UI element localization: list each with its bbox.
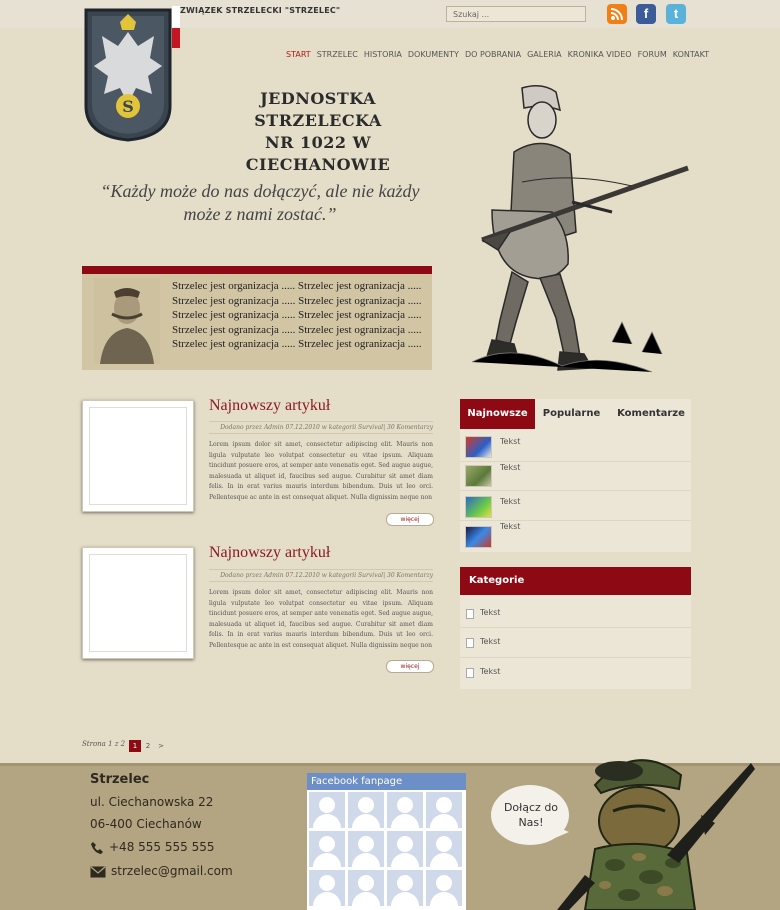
search-input[interactable]: Szukaj ... [446,6,586,22]
document-icon [466,668,474,678]
motto-quote: “Każdy może do nas dołączyć, ale nie każ… [100,181,420,224]
strzelec-emblem-logo[interactable]: S [82,6,174,142]
fan-avatar[interactable] [309,831,345,867]
fan-avatar[interactable] [387,870,423,906]
article-meta: Dodano przez Admin 07.12.2010 w kategori… [209,569,433,582]
pagination-label: Strona 1 z 2 [82,740,126,748]
page-1-button[interactable]: 1 [129,740,141,752]
nav-item-historia[interactable]: HISTORIA [364,50,402,62]
divider [460,461,691,462]
mail-icon [90,866,106,878]
post-thumbnail[interactable] [465,465,492,487]
article-excerpt: Lorem ipsum dolor sit amet, consectetur … [209,589,433,649]
page-2-button[interactable]: 2 [142,740,154,752]
fan-avatar[interactable] [309,870,345,906]
read-more-button[interactable]: więcej [386,513,434,526]
nav-item-start[interactable]: START [286,50,311,62]
divider [460,490,691,491]
article-thumbnail[interactable] [82,400,194,512]
post-link[interactable]: Tekst [500,463,520,472]
fan-avatar[interactable] [387,831,423,867]
nav-item-do-pobrania[interactable]: DO POBRANIA [465,50,521,62]
rss-icon[interactable] [607,4,627,24]
fan-avatar[interactable] [426,831,462,867]
site-title-line2: NR 1022 W CIECHANOWIE [245,133,391,174]
fan-avatar[interactable] [426,870,462,906]
soldier-illustration [471,85,689,373]
post-link[interactable]: Tekst [500,437,520,446]
post-link[interactable]: Tekst [500,522,520,531]
next-page-button[interactable]: > [155,740,167,752]
article-title[interactable]: Najnowszy artykuł [209,544,330,562]
nav-item-dokumenty[interactable]: DOKUMENTY [408,50,459,62]
divider [460,627,691,628]
facebook-fanpage-heading[interactable]: Facebook fanpage [307,773,466,790]
nav-item-galeria[interactable]: GALERIA [527,50,562,62]
nav-item-strzelec[interactable]: STRZELEC [317,50,358,62]
post-link[interactable]: Tekst [500,497,520,506]
footer-email[interactable]: strzelec@gmail.com [111,864,233,878]
category-link[interactable]: Tekst [480,637,500,646]
tab-popularne[interactable]: Popularne [535,399,608,429]
article-excerpt: Lorem ipsum dolor sit amet, consectetur … [209,441,433,501]
info-box-header-bar [82,266,432,274]
divider [460,657,691,658]
tab-najnowsze[interactable]: Najnowsze [460,399,535,429]
article-title[interactable]: Najnowszy artykuł [209,397,330,415]
fan-avatar[interactable] [309,792,345,828]
fan-avatar[interactable] [348,831,384,867]
portrait-image [94,278,160,364]
document-icon [466,638,474,648]
fan-avatar[interactable] [426,792,462,828]
twitter-icon[interactable]: t [666,4,686,24]
nav-item-kronika-video[interactable]: KRONIKA VIDEO [568,50,632,62]
site-title: JEDNOSTKA STRZELECKA NR 1022 W CIECHANOW… [200,88,436,176]
join-us-text[interactable]: Dołącz do Nas! [500,800,562,830]
svg-text:S: S [122,97,134,116]
footer-phone[interactable]: +48 555 555 555 [109,840,214,854]
post-thumbnail[interactable] [465,526,492,548]
article-meta: Dodano przez Admin 07.12.2010 w kategori… [209,421,433,434]
post-thumbnail[interactable] [465,496,492,518]
category-link[interactable]: Tekst [480,667,500,676]
facebook-fans-grid [307,790,466,910]
footer-org-name: Strzelec [90,772,150,787]
main-navigation: START STRZELEC HISTORIA DOKUMENTY DO POB… [286,50,709,62]
nav-item-kontakt[interactable]: KONTAKT [673,50,709,62]
soldier-mascot-illustration [557,759,755,910]
fan-avatar[interactable] [348,870,384,906]
facebook-icon[interactable]: f [636,4,656,24]
article-thumbnail[interactable] [82,547,194,659]
organization-name: ZWIĄZEK STRZELECKI "STRZELEC" [180,6,341,15]
category-link[interactable]: Tekst [480,608,500,617]
info-box-text: Strzelec jest organizacja ..... Strzelec… [172,280,422,350]
phone-icon [91,842,103,854]
nav-item-forum[interactable]: FORUM [638,50,667,62]
site-title-line1: JEDNOSTKA STRZELECKA [254,89,382,130]
fan-avatar[interactable] [387,792,423,828]
document-icon [466,609,474,619]
fan-avatar[interactable] [348,792,384,828]
tab-komentarze[interactable]: Komentarze [611,399,691,429]
read-more-button[interactable]: więcej [386,660,434,673]
footer-street: ul. Ciechanowska 22 [90,795,214,809]
post-thumbnail[interactable] [465,436,492,458]
divider [460,520,691,521]
categories-heading: Kategorie [460,567,691,595]
footer-city: 06-400 Ciechanów [90,817,202,831]
